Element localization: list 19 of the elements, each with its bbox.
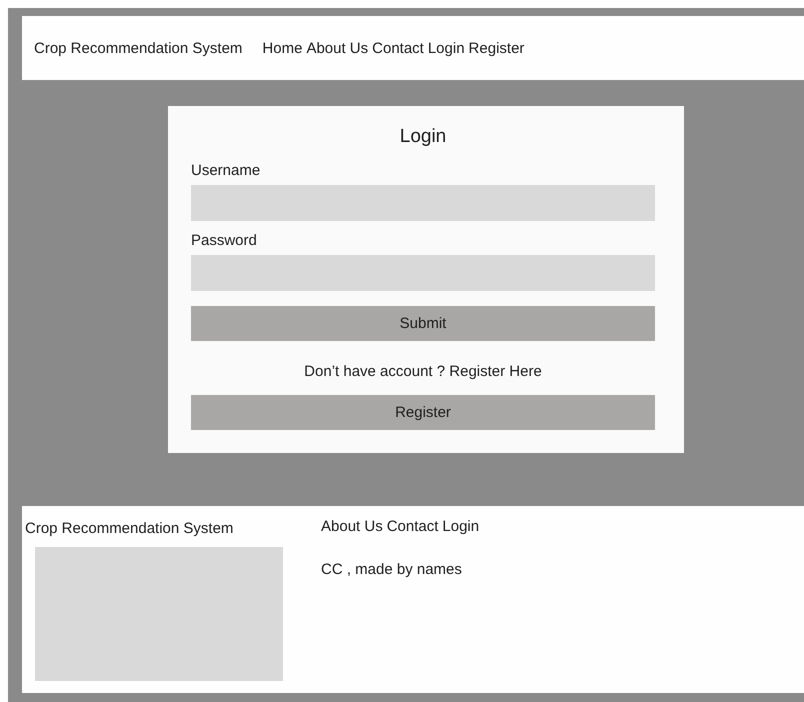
nav-link[interactable]: Login	[428, 40, 465, 56]
register-button[interactable]: Register	[191, 395, 655, 430]
footer-link[interactable]: About Us	[321, 518, 383, 535]
footer-link[interactable]: Contact	[386, 518, 438, 535]
field-label: Username	[191, 162, 262, 179]
field-label: Password	[191, 232, 258, 249]
register-prompt: Don’t have account ? Register Here	[303, 363, 543, 380]
footer-link[interactable]: Login	[442, 518, 480, 535]
footer-title: Crop Recommendation System	[25, 520, 234, 537]
footer-note: CC , made by names	[321, 561, 463, 578]
submit-button[interactable]: Submit	[191, 306, 655, 341]
login-title: Login	[398, 126, 448, 148]
nav-link[interactable]: Contact	[372, 40, 424, 56]
input-field[interactable]	[191, 185, 655, 221]
nav-link[interactable]: About Us	[306, 40, 368, 56]
site-title: Crop Recommendation System	[34, 40, 242, 56]
nav-link[interactable]: Home	[262, 40, 302, 56]
nav-link[interactable]: Register	[468, 40, 524, 56]
input-field[interactable]	[191, 255, 655, 291]
